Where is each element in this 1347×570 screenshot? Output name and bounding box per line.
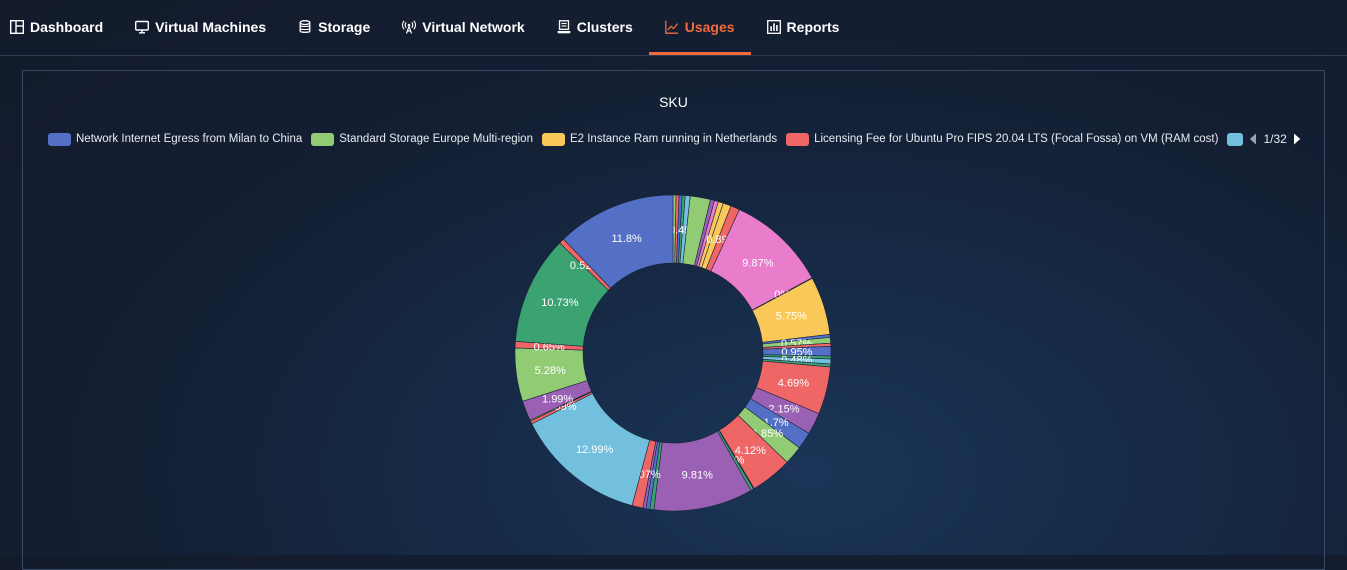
slice-data-label: 5.75% bbox=[776, 311, 807, 323]
slice-data-label: 11.8% bbox=[611, 233, 642, 245]
slice-data-label: 1.99% bbox=[542, 393, 573, 405]
slice-data-label: 10.73% bbox=[541, 297, 579, 309]
slice-data-label: 4.69% bbox=[778, 378, 809, 390]
slice-data-label: 9.87% bbox=[742, 258, 773, 270]
slice-data-label: 9.81% bbox=[682, 470, 713, 482]
donut-chart: 0.49%0.89%9.87%0%5.75%0.57%0.95%0.48%4.6… bbox=[514, 194, 832, 512]
slice-data-label: 12.99% bbox=[576, 444, 614, 456]
slice-data-label: 5.28% bbox=[535, 365, 566, 377]
